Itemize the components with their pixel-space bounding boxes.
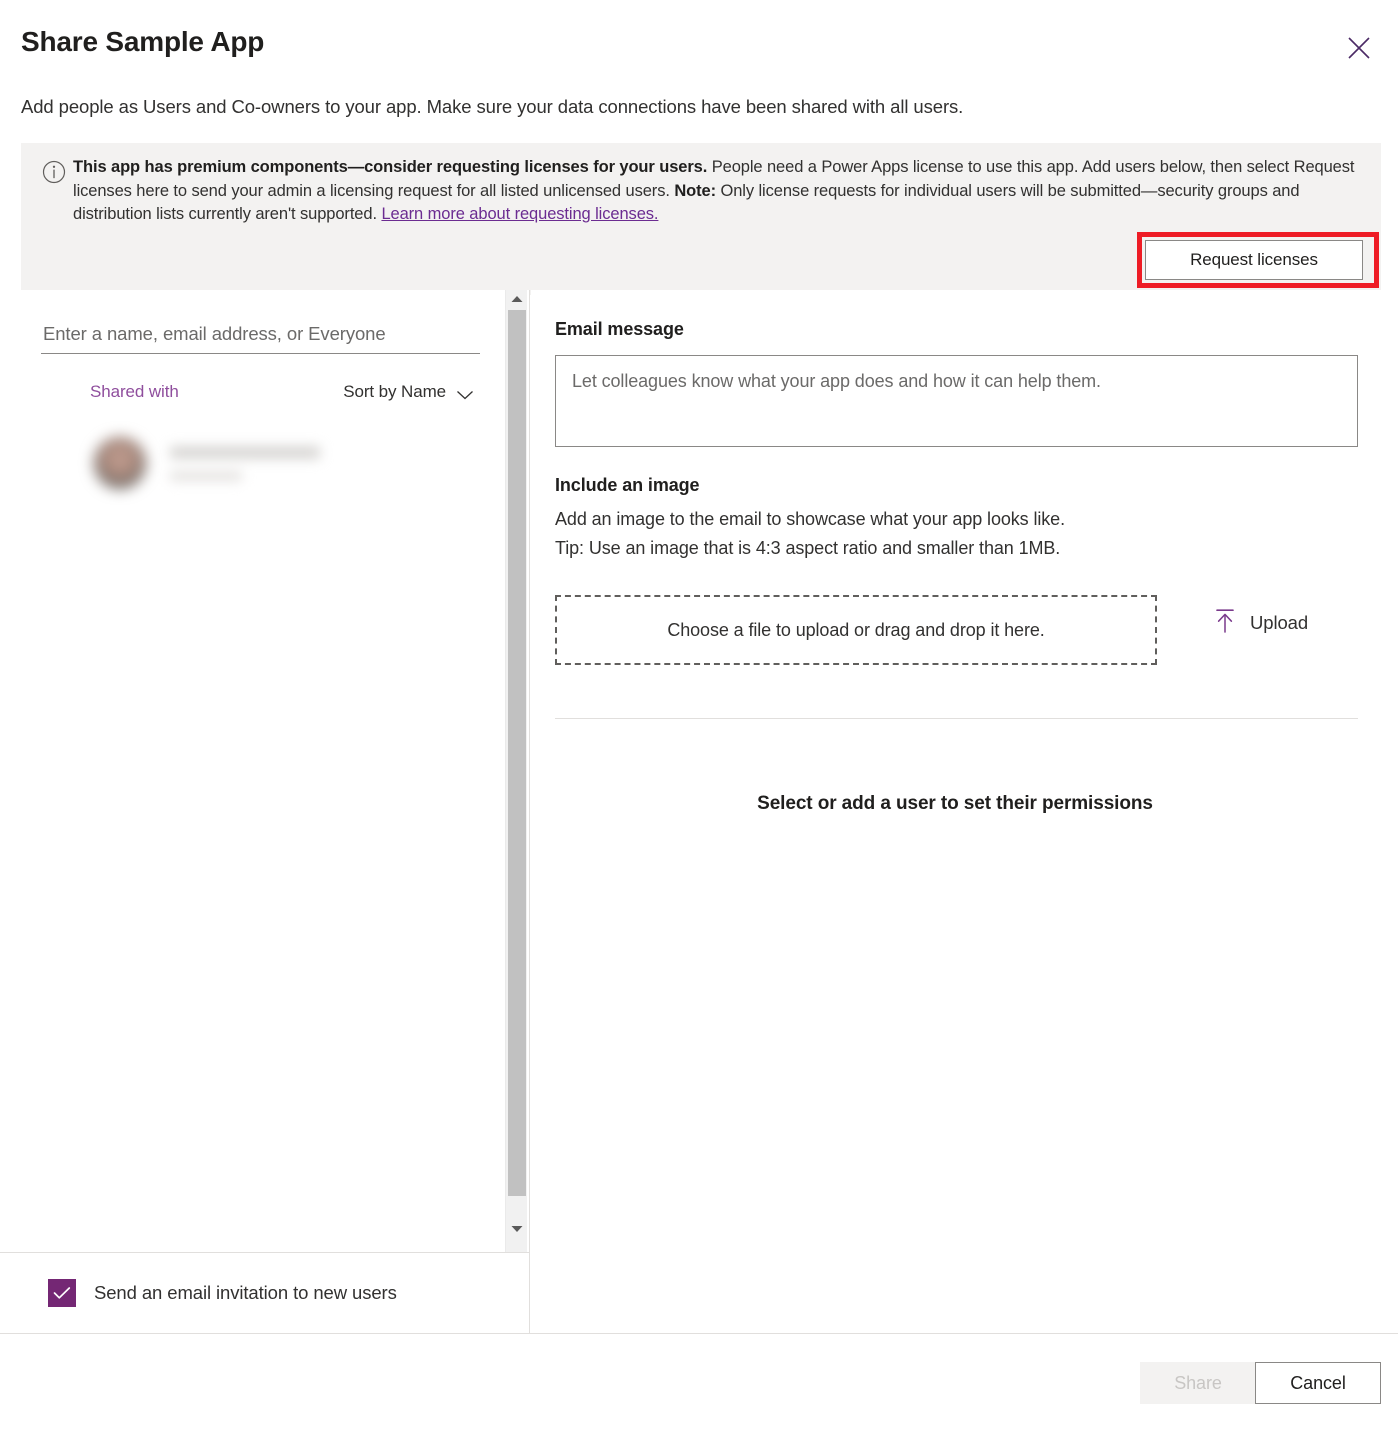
left-pane-footer: Send an email invitation to new users <box>0 1252 529 1333</box>
info-icon <box>41 159 67 185</box>
include-image-label: Include an image <box>555 475 700 495</box>
email-message-input[interactable] <box>555 355 1358 447</box>
banner-note-label: Note: <box>674 181 716 200</box>
image-desc-line-2: Tip: Use an image that is 4:3 aspect rat… <box>555 538 1061 558</box>
shared-with-tab[interactable]: Shared with <box>90 382 179 402</box>
user-meta <box>170 445 320 481</box>
image-desc-line-1: Add an image to the email to showcase wh… <box>555 509 1065 529</box>
banner-text: This app has premium components—consider… <box>73 156 1368 227</box>
upload-button[interactable]: Upload <box>1214 608 1308 637</box>
section-divider <box>555 718 1358 719</box>
send-email-invitation-checkbox[interactable]: Send an email invitation to new users <box>48 1279 397 1307</box>
user-subtitle <box>170 470 242 481</box>
search-people-input[interactable] <box>41 318 480 354</box>
close-icon <box>1347 36 1371 60</box>
include-image-description: Add an image to the email to showcase wh… <box>555 505 1065 563</box>
scrollbar-thumb[interactable] <box>508 310 526 1196</box>
chevron-down-icon[interactable] <box>456 388 474 400</box>
dropzone-label: Choose a file to upload or drag and drop… <box>667 619 1045 640</box>
people-input-wrap <box>41 318 480 354</box>
share-details-pane: Email message Include an image Add an im… <box>531 290 1398 1333</box>
sort-by-dropdown-label[interactable]: Sort by Name <box>343 382 446 402</box>
page-title: Share Sample App <box>21 26 265 57</box>
upload-label: Upload <box>1250 611 1309 633</box>
share-button[interactable]: Share <box>1140 1362 1256 1404</box>
cancel-button[interactable]: Cancel <box>1255 1362 1381 1404</box>
checkbox-box[interactable] <box>48 1279 76 1307</box>
shared-with-row: Shared with Sort by Name <box>41 382 480 408</box>
checkbox-label: Send an email invitation to new users <box>94 1282 397 1303</box>
banner-bold-lead: This app has premium components—consider… <box>73 158 708 176</box>
request-licenses-button[interactable]: Request licenses <box>1145 240 1363 280</box>
share-app-dialog: Share Sample App Add people as Users and… <box>0 0 1398 1432</box>
upload-icon <box>1214 608 1236 637</box>
list-item[interactable] <box>94 430 454 496</box>
avatar <box>94 437 146 489</box>
checkmark-icon <box>53 1286 71 1300</box>
dialog-subtitle: Add people as Users and Co-owners to you… <box>21 96 964 117</box>
people-picker-pane: Shared with Sort by Name <box>0 290 530 1333</box>
caret-down-icon[interactable] <box>506 1220 528 1238</box>
learn-more-link[interactable]: Learn more about requesting licenses. <box>381 205 658 223</box>
dialog-footer: Share Cancel <box>0 1333 1398 1432</box>
permissions-empty-message: Select or add a user to set their permis… <box>757 793 1153 814</box>
close-button[interactable] <box>1337 26 1381 70</box>
file-dropzone[interactable]: Choose a file to upload or drag and drop… <box>555 595 1157 665</box>
email-message-label: Email message <box>555 319 684 339</box>
user-name <box>170 445 320 459</box>
scrollbar[interactable] <box>505 290 527 1252</box>
caret-up-icon[interactable] <box>506 290 528 308</box>
